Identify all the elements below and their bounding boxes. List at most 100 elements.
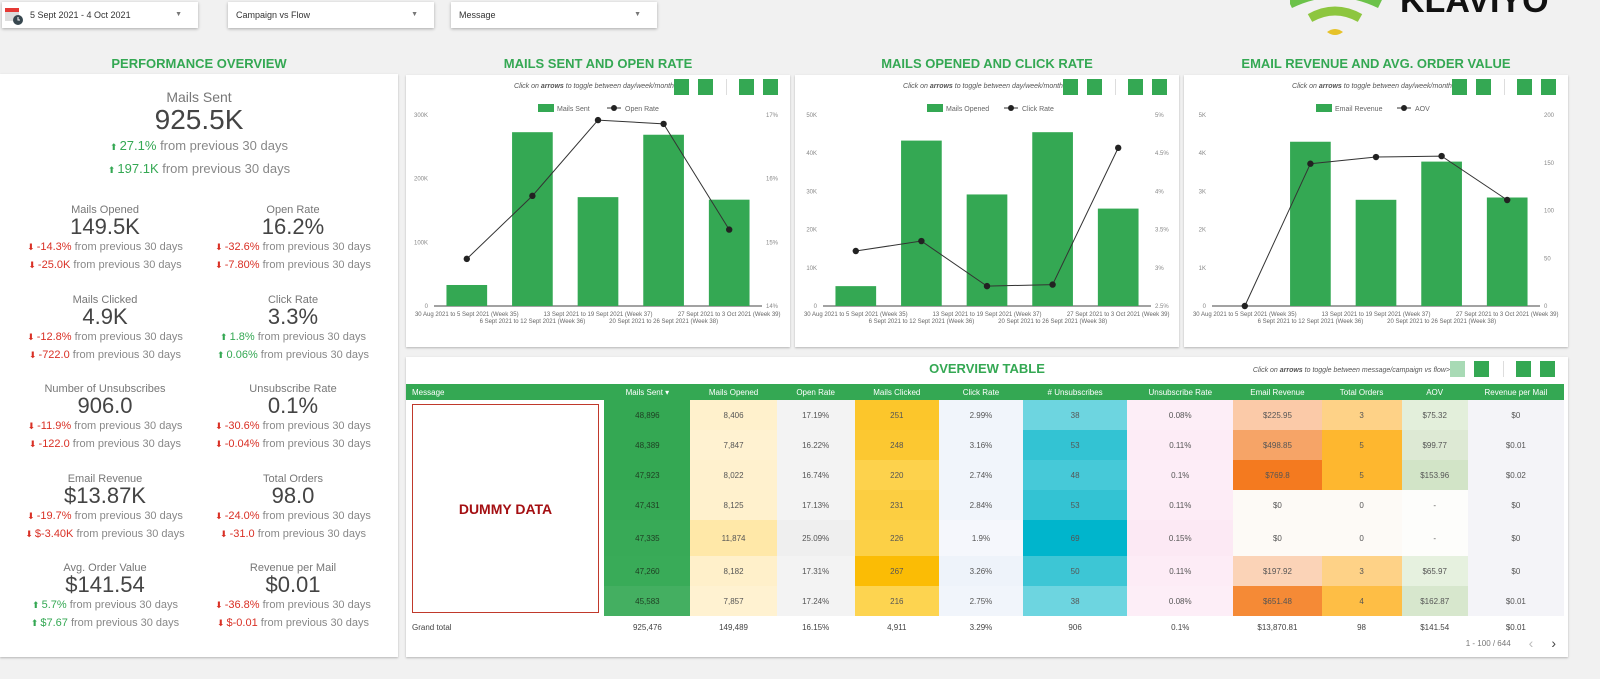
table-cell: $0	[1467, 520, 1564, 556]
legend-bar-swatch	[1316, 104, 1332, 112]
table-cell: 2.99%	[938, 400, 1024, 430]
table-cell: 45,583	[604, 586, 691, 616]
message-filter-value: Message	[459, 10, 496, 20]
kpi-change: ⬆ $7.67 from previous 30 days	[30, 617, 180, 629]
table-cell: $0	[1467, 556, 1564, 586]
chart-mails-opened-click-rate: Click on arrows to toggle between day/we…	[795, 75, 1179, 347]
line-point	[1372, 153, 1380, 161]
kpi-change: ⬆ 0.06% from previous 30 days	[216, 348, 370, 361]
bar	[1421, 161, 1462, 306]
kpi-change: ⬇ $-0.01 from previous 30 days	[216, 617, 370, 629]
column-header[interactable]: Open Rate	[776, 384, 855, 400]
column-header[interactable]: Mails Opened	[690, 384, 777, 400]
table-cell: 4	[1321, 586, 1402, 616]
table-cell: 3	[1321, 400, 1402, 430]
table-cell: 47,335	[604, 520, 691, 556]
table-cell: 3	[1321, 556, 1402, 586]
legend-line-marker	[1008, 105, 1014, 111]
message-filter[interactable]: Message ▼	[451, 2, 657, 28]
arrow-down-icon: ⬇	[27, 242, 35, 252]
table-cell: $0.01	[1467, 586, 1564, 616]
toggle-prev-button[interactable]	[1450, 361, 1465, 377]
table-cell: 48,896	[604, 400, 691, 430]
table-cell: $769.8	[1233, 460, 1322, 490]
column-header[interactable]: Unsubscribe Rate	[1127, 384, 1234, 400]
kpi-change: ⬆ 197.1K from previous 30 days	[107, 161, 291, 176]
kpi-value: 149.5K	[70, 214, 140, 239]
legend-bar-label: Mails Sent	[557, 106, 590, 113]
klaviyo-logo: KLAVIYO	[1288, 0, 1600, 35]
table-cell: $153.96	[1401, 460, 1468, 490]
legend-line-label: Open Rate	[625, 106, 659, 113]
table-cell: 3.26%	[938, 556, 1024, 586]
kpi-change: ⬇ -12.8% from previous 30 days	[27, 330, 183, 343]
x-tick-label: 13 Sept 2021 to 19 Sept 2021 (Week 37)	[1322, 312, 1431, 318]
toggle-first-button[interactable]	[1516, 361, 1531, 377]
kpi-unsubscribe-rate: Unsubscribe Rate 0.1% ⬇ -30.6% from previou…	[198, 383, 388, 453]
x-tick-label: 20 Sept 2021 to 26 Sept 2021 (Week 38)	[609, 319, 718, 325]
column-header[interactable]: Revenue per Mail	[1467, 384, 1564, 400]
table-cell: 17.24%	[776, 586, 855, 616]
legend-line-marker	[611, 105, 617, 111]
column-header[interactable]: Click Rate	[938, 384, 1024, 400]
table-cell: 216	[854, 586, 939, 616]
table-cell: 8,182	[690, 556, 777, 586]
date-range-filter[interactable]: 5 Sept 2021 - 4 Oct 2021 ▼	[2, 2, 198, 28]
kpi-value: 98.0	[271, 482, 315, 508]
toggle-next-button[interactable]	[1474, 361, 1489, 377]
prev-page-button[interactable]: ‹	[1529, 635, 1534, 651]
arrow-down-icon: ⬇	[215, 421, 223, 431]
line-point	[918, 237, 925, 245]
line-point	[529, 192, 536, 200]
x-tick-label: 6 Sept 2021 to 12 Sept 2021 (Week 36)	[480, 319, 586, 325]
bar	[512, 132, 553, 306]
y-right-tick-label: 14%	[766, 304, 779, 310]
x-tick-label: 27 Sept 2021 to 3 Oct 2021 (Week 39)	[1067, 312, 1170, 318]
arrow-down-icon: ⬇	[215, 510, 223, 521]
y-right-tick-label: 50	[1544, 256, 1551, 262]
column-header[interactable]: Message	[406, 384, 605, 400]
next-page-button[interactable]: ›	[1551, 635, 1556, 651]
kpi-value: 906.0	[77, 393, 133, 418]
column-header[interactable]: Mails Clicked	[854, 384, 939, 400]
column-header[interactable]: # Unsubscribes	[1023, 384, 1128, 400]
kpi-mails-opened: Mails Opened 149.5K ⬇ -14.3% from previous …	[10, 204, 200, 274]
table-cell: 17.13%	[776, 490, 855, 520]
y-right-tick-label: 200	[1544, 113, 1555, 119]
y-right-tick-label: 150	[1544, 161, 1555, 167]
kpi-change: ⬇ -24.0% from previous 30 days	[215, 509, 371, 522]
legend-bar-label: Email Revenue	[1335, 106, 1383, 113]
table-cell: 48	[1023, 460, 1128, 490]
toggle-last-button[interactable]	[1540, 361, 1555, 377]
column-header[interactable]: Total Orders	[1321, 384, 1402, 400]
chevron-down-icon: ▼	[634, 11, 641, 18]
y-right-tick-label: 17%	[766, 113, 779, 119]
table-cell: 220	[854, 460, 939, 490]
chart3-title: EMAIL REVENUE AND AVG. ORDER VALUE	[1241, 56, 1511, 71]
line-point	[726, 226, 733, 233]
bar	[1486, 197, 1528, 306]
y-left-tick-label: 50K	[806, 113, 817, 119]
x-tick-label: 30 Aug 2021 to 5 Sept 2021 (Week 35)	[415, 312, 519, 318]
table-cell: 17.19%	[776, 400, 855, 430]
column-header[interactable]: Email Revenue	[1233, 384, 1322, 400]
table-cell: 3.16%	[938, 430, 1024, 460]
table-cell: 251	[854, 400, 939, 430]
column-header[interactable]: AOV	[1401, 384, 1468, 400]
kpi-change: ⬇ -14.3% from previous 30 days	[27, 241, 183, 253]
kpi-change: ⬇ -36.8% from previous 30 days	[215, 599, 371, 611]
y-left-tick-label: 300K	[414, 113, 428, 119]
campaign-flow-filter[interactable]: Campaign vs Flow ▼	[228, 2, 434, 28]
column-header[interactable]: Mails Sent ▾	[604, 384, 691, 400]
table-cell: 8,022	[690, 460, 777, 490]
kpi-change: ⬆ 27.1% from previous 30 days	[110, 138, 288, 153]
arrow-up-icon: ⬆	[30, 618, 39, 628]
x-tick-label: 20 Sept 2021 to 26 Sept 2021 (Week 38)	[1387, 319, 1496, 325]
kpi-label: Mails Sent	[166, 89, 232, 105]
y-left-tick-label: 1K	[1199, 266, 1206, 272]
kpi-change: ⬇ -25.0K from previous 30 days	[28, 259, 182, 271]
kpi-click-rate: Click Rate 3.3% ⬆ 1.8% from previous 30 day…	[198, 294, 388, 364]
table-toggle-hint: Click on arrows to toggle between messag…	[1252, 367, 1450, 374]
x-tick-label: 6 Sept 2021 to 12 Sept 2021 (Week 36)	[869, 319, 975, 325]
bar	[1097, 208, 1139, 306]
